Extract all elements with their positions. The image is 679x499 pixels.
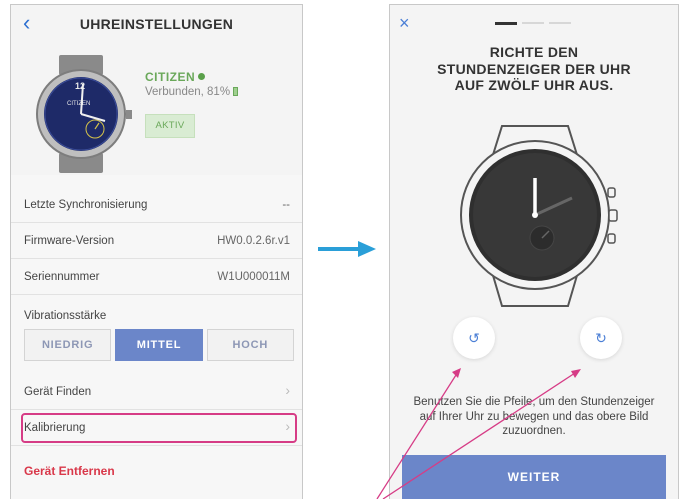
calibration-title: RICHTE DEN STUNDENZEIGER DER UHR AUF ZWÖ… (410, 44, 658, 94)
settings-header: ‹ UHREINSTELLUNGEN (11, 5, 302, 43)
step-dot-active (495, 22, 517, 25)
row-label: Firmware-Version (24, 235, 115, 247)
next-button[interactable]: WEITER (402, 455, 666, 499)
connection-status: Verbunden, 81% (145, 86, 239, 98)
step-dot (522, 22, 544, 24)
instruction-text: Benutzen Sie die Pfeile, um den Stundenz… (402, 395, 666, 439)
help-line: auf Ihrer Uhr zu bewegen und das obere B… (419, 410, 649, 423)
flow-arrow-icon (318, 241, 376, 257)
row-firmware: Firmware-Version HW0.0.2.6r.v1 (11, 223, 302, 259)
vibration-option-low[interactable]: NIEDRIG (24, 329, 112, 361)
row-serial: Seriennummer W1U000011M (11, 259, 302, 295)
rotate-left-icon: ↺ (468, 330, 480, 346)
connected-dot-icon (198, 73, 206, 80)
row-label: Gerät Finden (24, 386, 92, 398)
row-label: Letzte Synchronisierung (24, 199, 148, 211)
status-badge: AKTIV (145, 114, 195, 138)
watch-settings-screen: ‹ UHREINSTELLUNGEN 12 CITIZEN CITIZEN Ve… (10, 4, 303, 499)
rotate-right-icon: ↻ (595, 330, 607, 346)
title-line: AUF ZWÖLF UHR AUS. (454, 77, 614, 93)
row-find-device[interactable]: Gerät Finden › (11, 374, 302, 410)
vibration-option-medium[interactable]: MITTEL (115, 329, 203, 361)
remove-device-button[interactable]: Gerät Entfernen (24, 464, 115, 478)
watch-illustration (460, 125, 618, 307)
settings-list: Letzte Synchronisierung -- Firmware-Vers… (11, 175, 302, 499)
help-line: Benutzen Sie die Pfeile, um den Stundenz… (413, 396, 655, 408)
calibration-highlight-box (21, 413, 297, 443)
dial-brand-text: CITIZEN (67, 101, 90, 107)
brand-text: CITIZEN (145, 70, 196, 84)
help-line: zuzuordnen. (502, 425, 566, 437)
row-last-sync: Letzte Synchronisierung -- (11, 187, 302, 223)
vibration-label: Vibrationsstärke (24, 310, 107, 322)
step-dot (549, 22, 571, 24)
device-brand-label: CITIZEN (145, 70, 206, 84)
vibration-option-high[interactable]: HOCH (206, 329, 294, 361)
row-value: -- (282, 199, 290, 211)
chevron-right-icon: › (285, 382, 290, 398)
title-line: STUNDENZEIGER DER UHR (437, 60, 631, 77)
watch-thumbnail-image: 12 CITIZEN (36, 55, 132, 173)
rotate-counterclockwise-button[interactable]: ↺ (453, 317, 495, 359)
connection-text: Verbunden, 81% (145, 86, 231, 98)
title-line: RICHTE DEN (489, 44, 579, 60)
close-icon[interactable]: × (399, 14, 410, 32)
row-value: W1U000011M (217, 271, 290, 283)
page-title: UHREINSTELLUNGEN (79, 16, 234, 32)
screenshot-stage: ‹ UHREINSTELLUNGEN 12 CITIZEN CITIZEN Ve… (0, 0, 679, 499)
row-value: HW0.0.2.6r.v1 (217, 235, 290, 247)
step-indicator (495, 22, 575, 25)
device-hero: 12 CITIZEN CITIZEN Verbunden, 81% AKTIV (11, 43, 302, 175)
calibration-screen: × RICHTE DEN STUNDENZEIGER DER UHR AUF Z… (389, 4, 679, 499)
row-label: Seriennummer (24, 271, 100, 283)
battery-icon (233, 87, 239, 96)
rotate-clockwise-button[interactable]: ↻ (580, 317, 622, 359)
vibration-segmented-control: NIEDRIG MITTEL HOCH (24, 329, 294, 361)
